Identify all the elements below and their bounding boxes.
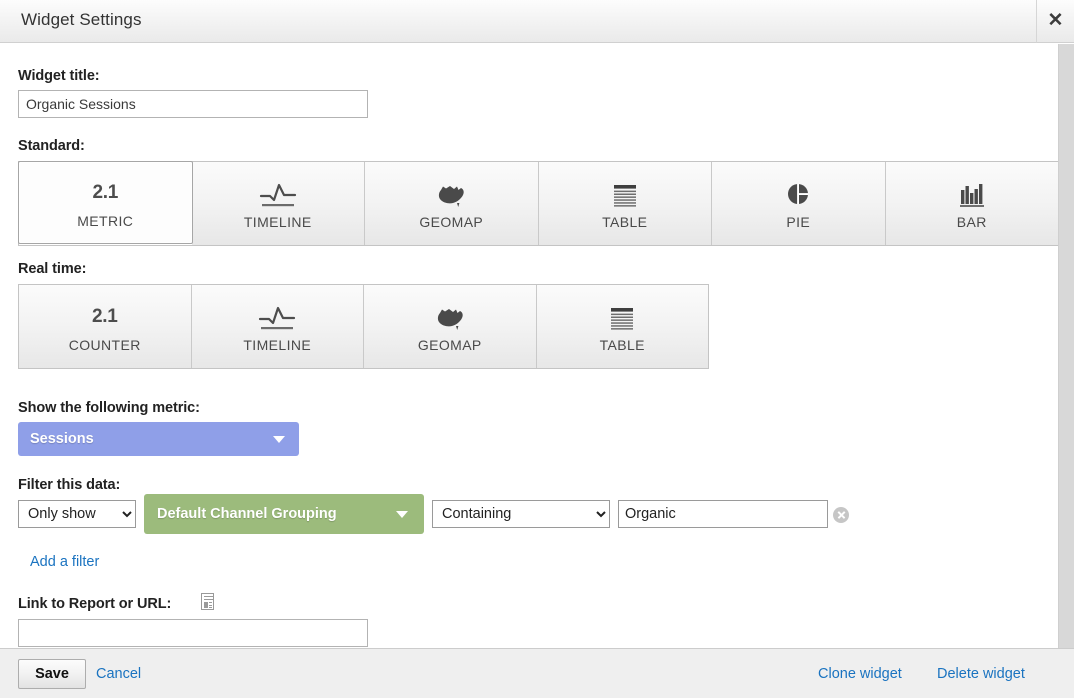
delete-widget-link[interactable]: Delete widget — [937, 666, 1025, 682]
type-option-label: TABLE — [602, 214, 648, 230]
realtime-option-geomap[interactable]: GEOMAP — [364, 285, 537, 368]
link-report-input[interactable] — [18, 619, 368, 647]
map-icon — [430, 300, 470, 334]
dialog-footer: Save Cancel Clone widget Delete widget — [0, 648, 1074, 698]
filter-label: Filter this data: — [18, 477, 121, 493]
widget-title-label: Widget title: — [18, 68, 100, 84]
widget-title-input[interactable] — [18, 90, 368, 118]
type-option-label: METRIC — [77, 213, 134, 229]
standard-option-bar[interactable]: BAR — [885, 162, 1058, 245]
filter-value-input[interactable] — [618, 500, 828, 528]
chevron-down-icon — [273, 435, 285, 443]
number-2-1-icon: 2.1 — [92, 182, 118, 203]
metric-label: Show the following metric: — [18, 400, 200, 416]
map-icon — [431, 177, 471, 211]
type-option-label: PIE — [786, 214, 811, 230]
type-option-label: COUNTER — [68, 337, 141, 353]
bar-chart-icon — [952, 177, 992, 211]
number-2-1-icon: 2.1 — [91, 306, 118, 327]
widget-settings-dialog: Widget Settings ✕ Widget title: Standard… — [0, 0, 1074, 698]
standard-type-group: 2.1 METRIC TIMELINE GEOMAP TABLE PIE BAR — [18, 161, 1058, 246]
standard-option-table[interactable]: TABLE — [538, 162, 712, 245]
add-filter-link[interactable]: Add a filter — [30, 554, 99, 570]
close-button[interactable]: ✕ — [1036, 0, 1074, 43]
dialog-content: Widget title: Standard: 2.1 METRIC TIMELIN… — [0, 44, 1058, 648]
realtime-section-label: Real time: — [18, 261, 87, 277]
clone-widget-link[interactable]: Clone widget — [818, 666, 902, 682]
realtime-type-group: 2.1 COUNTER TIMELINE GEOMAP TABLE — [18, 284, 709, 369]
realtime-option-counter[interactable]: 2.1 COUNTER — [19, 285, 192, 368]
save-button[interactable]: Save — [18, 659, 86, 689]
content-scrollbar[interactable] — [1058, 44, 1074, 648]
standard-option-timeline[interactable]: TIMELINE — [191, 162, 365, 245]
table-icon — [602, 300, 642, 334]
type-option-label: GEOMAP — [419, 214, 484, 230]
standard-option-metric[interactable]: 2.1 METRIC — [18, 161, 193, 244]
sparkline-icon — [258, 177, 298, 211]
filter-dimension-dropdown[interactable]: Default Channel Grouping — [144, 494, 424, 534]
close-icon: ✕ — [1047, 10, 1064, 31]
realtime-option-table[interactable]: TABLE — [536, 285, 708, 368]
standard-section-label: Standard: — [18, 138, 85, 154]
standard-option-geomap[interactable]: GEOMAP — [365, 162, 539, 245]
link-report-label: Link to Report or URL: — [18, 596, 172, 612]
dialog-title: Widget Settings — [21, 10, 142, 29]
table-icon — [605, 177, 645, 211]
dialog-titlebar: Widget Settings — [0, 0, 1036, 43]
type-option-label: TIMELINE — [243, 337, 312, 353]
type-option-label: TABLE — [599, 337, 645, 353]
filter-dimension-value: Default Channel Grouping — [157, 506, 337, 522]
filter-mode-select[interactable]: Only showExclude — [18, 500, 136, 528]
metric-dropdown-value: Sessions — [30, 431, 94, 447]
report-thumbnail-icon[interactable] — [201, 593, 214, 610]
realtime-option-timeline[interactable]: TIMELINE — [191, 285, 364, 368]
metric-dropdown[interactable]: Sessions — [18, 422, 299, 456]
type-option-label: BAR — [956, 214, 987, 230]
cancel-link[interactable]: Cancel — [96, 666, 141, 682]
type-option-label: TIMELINE — [243, 214, 312, 230]
chevron-down-icon — [396, 510, 408, 518]
pie-chart-icon — [778, 177, 818, 211]
type-option-label: GEOMAP — [417, 337, 482, 353]
sparkline-icon — [257, 300, 297, 334]
remove-filter-icon[interactable] — [833, 507, 849, 523]
filter-match-select[interactable]: ContainingExactly matchingBeginning with… — [432, 500, 610, 528]
standard-option-pie[interactable]: PIE — [712, 162, 886, 245]
